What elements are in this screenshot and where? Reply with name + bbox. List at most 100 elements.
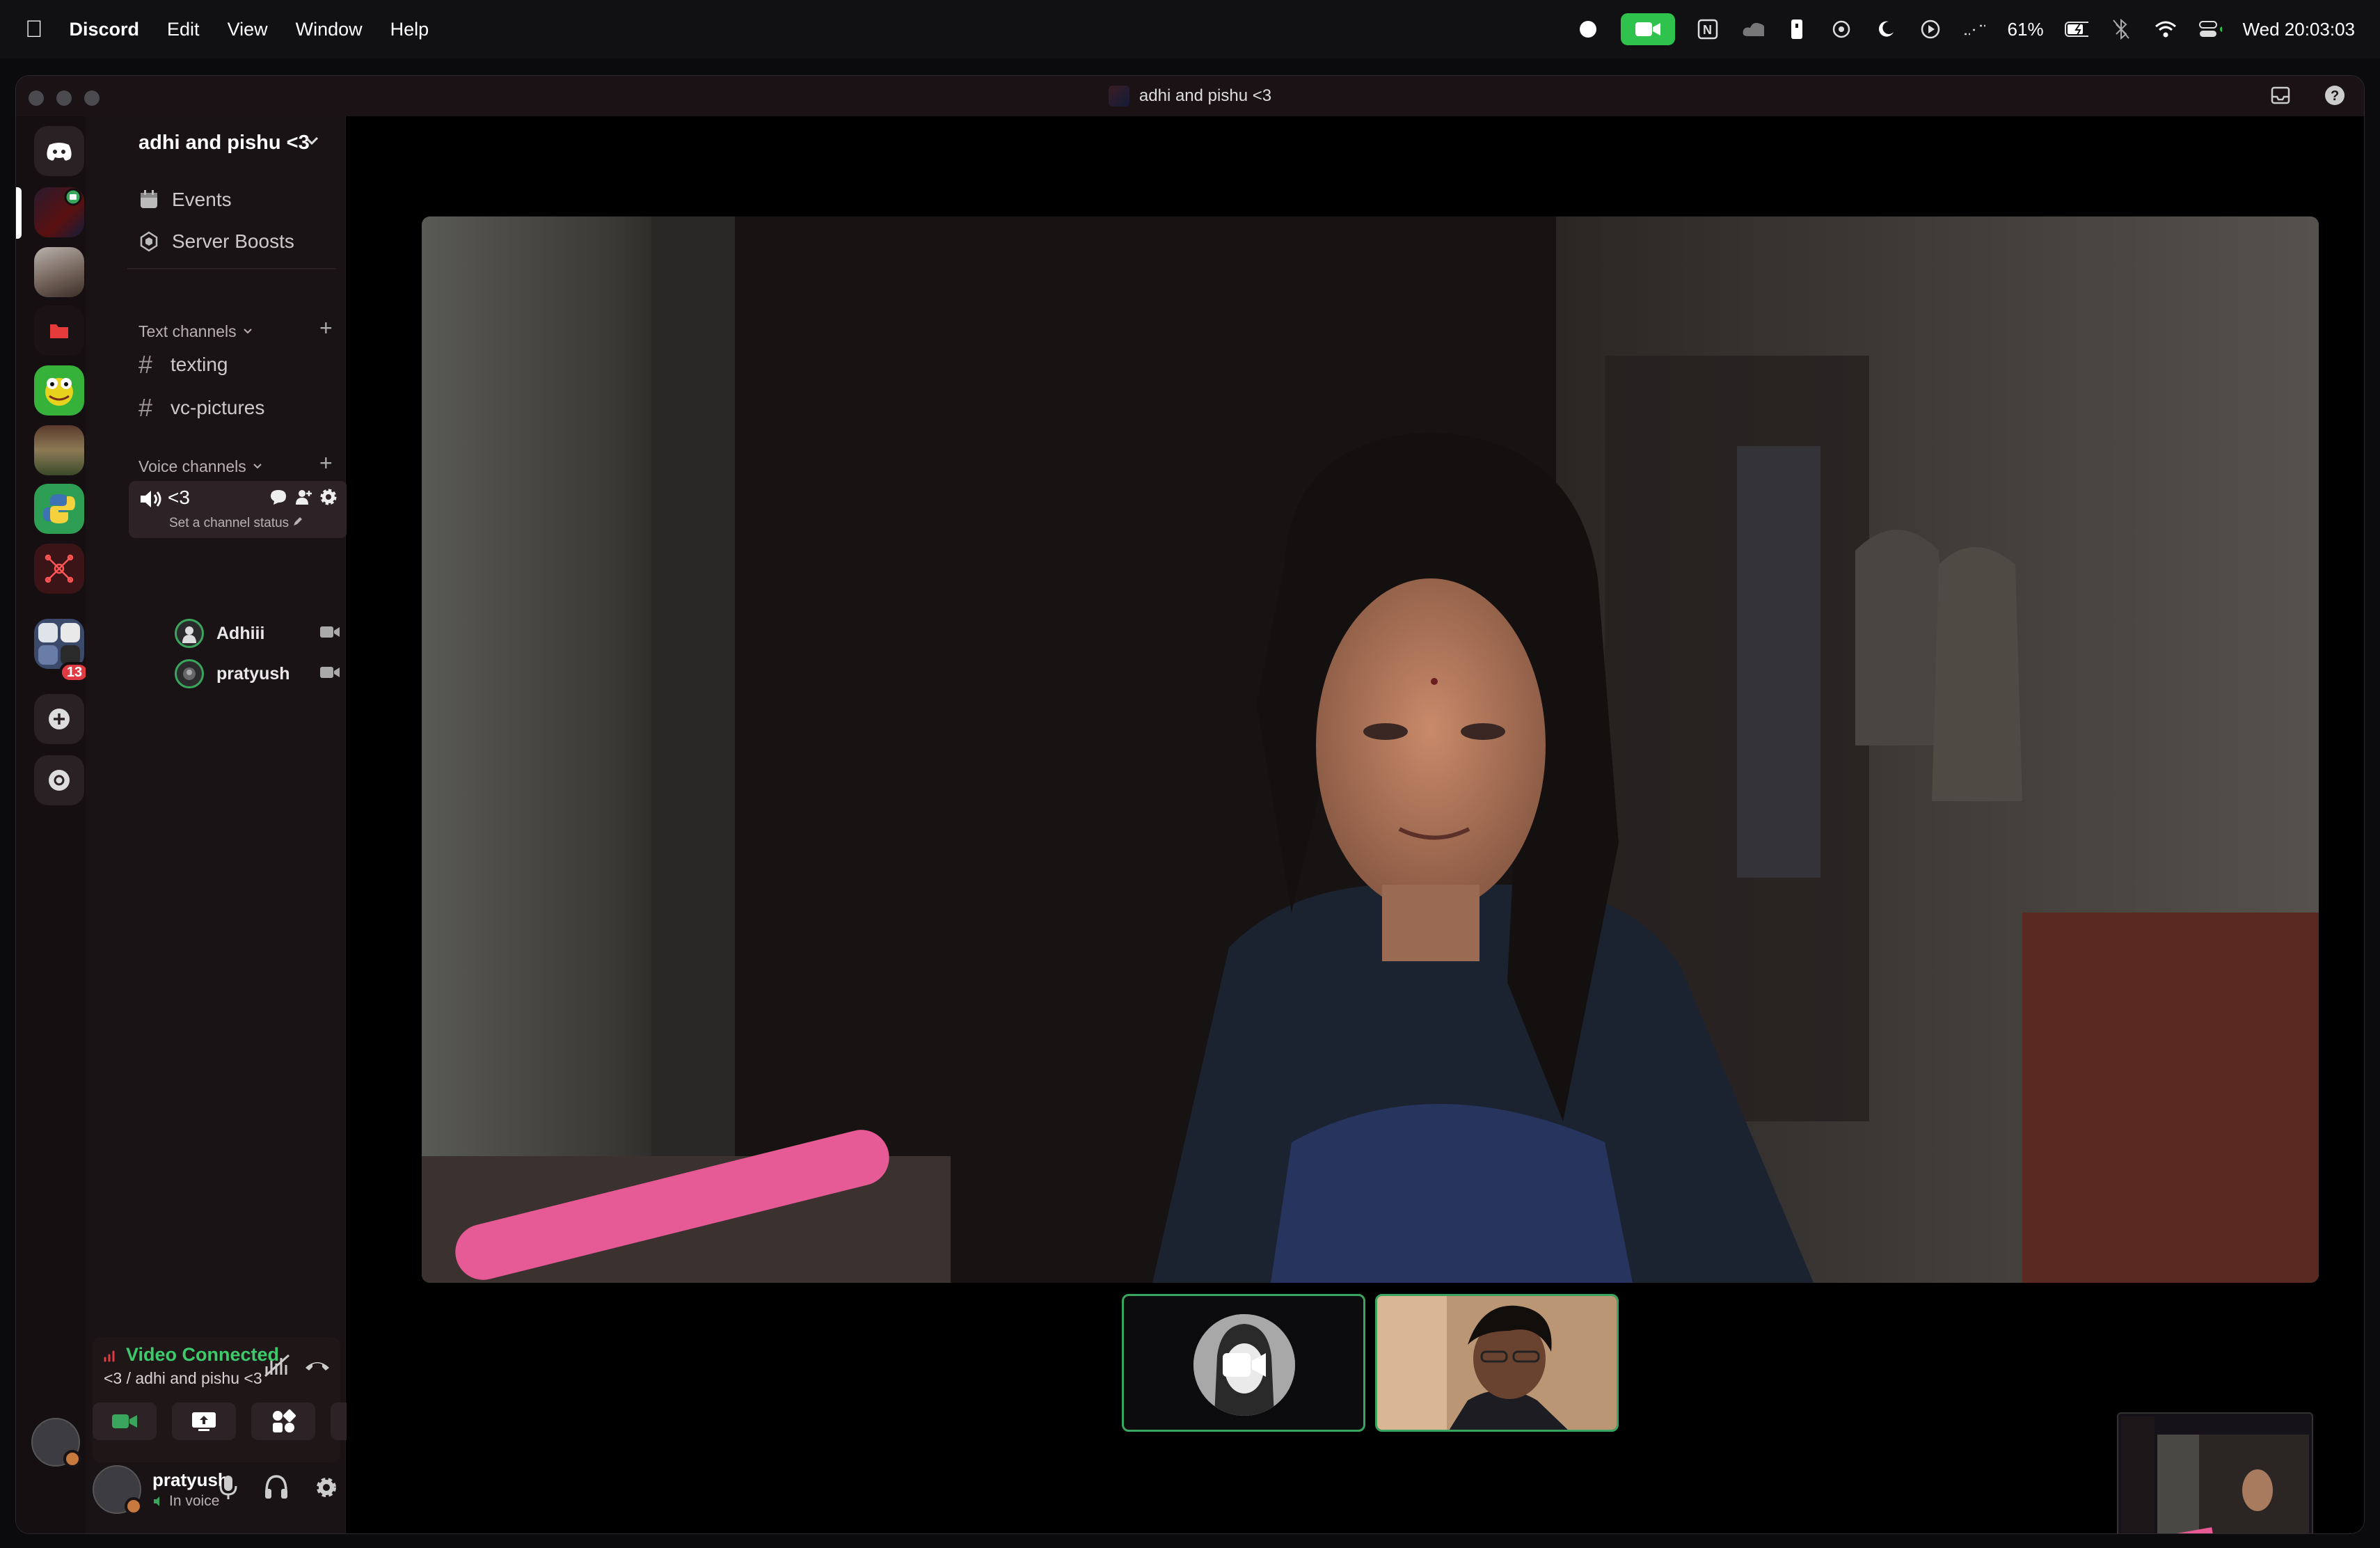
discord-window: adhi and pishu <3 ? 13 adhi and pishu <3…	[15, 75, 2365, 1534]
server-avatar-icon	[1108, 86, 1129, 106]
disconnect-call-icon[interactable]	[304, 1354, 331, 1381]
server-icon-python[interactable]	[34, 484, 84, 534]
close-window-button[interactable]	[29, 90, 44, 106]
title-bar-actions: ?	[2269, 84, 2346, 106]
camera-toggle-button[interactable]	[93, 1403, 157, 1440]
inbox-icon[interactable]	[2269, 84, 2292, 106]
chevron-down-icon	[252, 457, 263, 476]
hash-icon: #	[138, 350, 153, 379]
chat-bubble-icon[interactable]	[269, 488, 287, 510]
menu-edit[interactable]: Edit	[167, 19, 200, 40]
member-name: Adhiii	[216, 623, 265, 643]
menu-app-name[interactable]: Discord	[70, 19, 140, 40]
title-bar: adhi and pishu <3 ?	[16, 76, 2364, 116]
channel-name: texting	[170, 354, 228, 375]
invite-member-icon[interactable]	[294, 488, 312, 510]
server-name-header[interactable]: adhi and pishu <3	[138, 132, 310, 155]
video-frame-image	[422, 216, 2319, 1283]
text-channels-category[interactable]: Text channels	[138, 322, 253, 341]
voice-connection-panel: Video Connected <3 / adhi and pishu <3	[93, 1337, 340, 1462]
status-indicator	[125, 1497, 143, 1515]
avatar	[175, 619, 204, 648]
headphones-icon[interactable]	[264, 1474, 289, 1505]
play-icon[interactable]	[1919, 17, 1942, 41]
control-center-icon[interactable]	[2198, 17, 2222, 41]
voice-channel-name: <3	[168, 487, 190, 508]
activities-button[interactable]	[251, 1403, 315, 1440]
connection-signal-icon	[104, 1350, 115, 1362]
events-item[interactable]: Events	[138, 189, 232, 211]
participant-video-image	[1377, 1296, 1617, 1430]
participant-tile-pratyush[interactable]	[1375, 1294, 1619, 1432]
pip-image	[2118, 1414, 2312, 1533]
help-icon[interactable]: ?	[2324, 84, 2346, 106]
voice-channels-label: Voice channels	[138, 457, 246, 475]
discover-compass-icon[interactable]	[34, 755, 84, 805]
activity-icon[interactable]	[1963, 17, 1987, 41]
channel-status-label[interactable]: Set a channel status	[169, 516, 303, 531]
picture-in-picture-preview[interactable]	[2117, 1412, 2313, 1533]
voice-member-pratyush[interactable]: pratyush	[175, 659, 290, 688]
focus-icon[interactable]	[1830, 17, 1853, 41]
user-status: In voice	[152, 1493, 219, 1510]
hash-icon: #	[138, 393, 153, 422]
server-boosts-item[interactable]: Server Boosts	[138, 230, 294, 253]
gear-icon[interactable]	[319, 488, 338, 510]
cloud-icon[interactable]	[1740, 17, 1764, 41]
channel-texting[interactable]: # texting	[138, 350, 228, 379]
server-icon-2[interactable]	[34, 247, 84, 297]
server-icon-frog[interactable]	[34, 365, 84, 416]
gear-icon[interactable]	[314, 1474, 339, 1505]
add-text-channel-icon[interactable]: +	[319, 315, 333, 341]
add-voice-channel-icon[interactable]: +	[319, 450, 333, 476]
usb-drive-icon[interactable]	[1785, 17, 1809, 41]
screen-share-button[interactable]	[172, 1403, 236, 1440]
member-name: pratyush	[216, 663, 290, 684]
server-icon-3[interactable]	[34, 306, 84, 356]
connection-status[interactable]: Video Connected	[126, 1344, 279, 1366]
chevron-down-icon[interactable]	[303, 132, 321, 155]
battery-percent: 61%	[2007, 18, 2044, 40]
server-icon-7[interactable]	[34, 544, 84, 594]
calendar-icon	[138, 189, 164, 210]
voice-member-adhiii[interactable]: Adhiii	[175, 619, 264, 648]
channel-vc-pictures[interactable]: # vc-pictures	[138, 393, 264, 422]
video-recording-icon[interactable]	[1620, 13, 1675, 45]
server-boosts-label: Server Boosts	[172, 230, 294, 252]
notion-icon[interactable]: N	[1696, 17, 1720, 41]
battery-icon[interactable]	[2064, 17, 2088, 41]
pie-timer-icon[interactable]	[1576, 17, 1600, 41]
user-avatar[interactable]	[31, 1418, 81, 1468]
speaker-icon	[138, 488, 164, 514]
server-icon-adhi-and-pishu[interactable]	[34, 187, 84, 237]
server-icon-5[interactable]	[34, 425, 84, 475]
bluetooth-off-icon[interactable]	[2109, 17, 2133, 41]
svg-text:?: ?	[2331, 88, 2339, 104]
wifi-icon[interactable]	[2154, 17, 2177, 41]
menubar-clock: Wed 20:03:03	[2242, 18, 2355, 40]
minimize-window-button[interactable]	[56, 90, 72, 106]
chevron-down-icon	[242, 322, 253, 341]
add-server-icon[interactable]	[34, 694, 84, 744]
voice-channel-item[interactable]: <3 Set a channel status	[129, 481, 347, 538]
menu-view[interactable]: View	[228, 19, 268, 40]
main-video-feed[interactable]	[422, 216, 2319, 1283]
discord-home-icon[interactable]	[34, 126, 84, 176]
status-area: N 61% Wed 20:03:03	[1576, 13, 2355, 45]
user-avatar[interactable]	[93, 1465, 143, 1515]
camera-icon	[319, 665, 340, 684]
noise-suppression-icon[interactable]	[264, 1354, 290, 1381]
avatar	[175, 659, 204, 688]
apple-menu-icon[interactable]: 	[25, 16, 43, 43]
moon-icon[interactable]	[1874, 17, 1898, 41]
menu-window[interactable]: Window	[296, 19, 363, 40]
divider	[127, 268, 336, 269]
camera-off-icon	[1221, 1349, 1267, 1384]
menu-help[interactable]: Help	[390, 19, 429, 40]
voice-channels-category[interactable]: Voice channels	[138, 457, 263, 476]
svg-text:N: N	[1703, 23, 1712, 37]
participant-tile-adhiii[interactable]	[1122, 1294, 1365, 1432]
connection-location[interactable]: <3 / adhi and pishu <3	[104, 1369, 262, 1388]
zoom-window-button[interactable]	[84, 90, 100, 106]
microphone-icon[interactable]	[218, 1474, 239, 1505]
